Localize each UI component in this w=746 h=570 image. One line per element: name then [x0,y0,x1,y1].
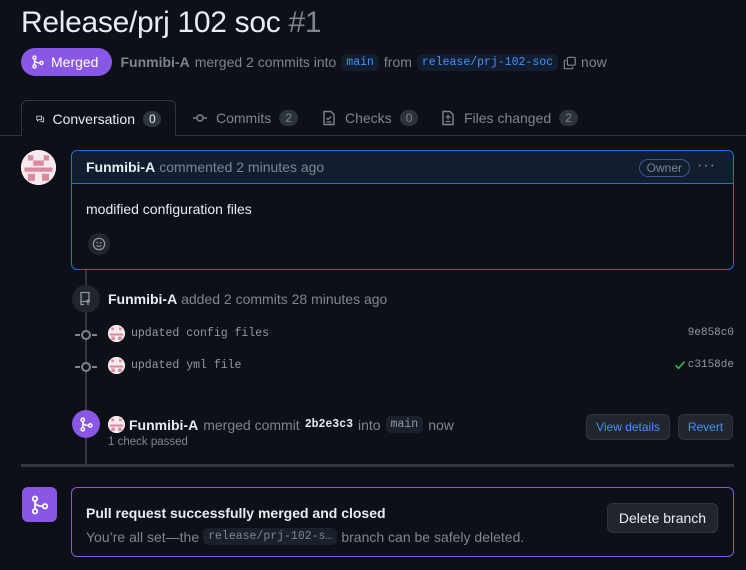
avatar[interactable] [108,325,125,342]
merge-event-time: now [428,416,454,433]
tab-commits[interactable]: Commits 2 [178,100,312,136]
git-commit-icon [75,362,97,372]
repo-push-icon [72,285,100,313]
check-icon[interactable] [674,359,686,374]
avatar[interactable] [108,416,125,433]
merge-summary: merged 2 commits into [194,54,337,70]
merged-state-badge: Merged [21,48,113,76]
file-diff-icon [442,110,454,126]
pr-title: Release/prj 102 soc [21,6,281,39]
git-commit-icon [193,114,207,122]
tab-count: 0 [143,110,161,127]
tab-checks[interactable]: Checks 0 [307,100,432,136]
event-author[interactable]: Funmibi-A [129,417,198,433]
commit-message[interactable]: updated config files [131,327,269,340]
pr-tabs: Conversation 0 Commits 2 Checks 0 Files … [0,100,746,137]
tab-label: Files changed [464,110,552,126]
tab-files-changed[interactable]: Files changed 2 [426,100,592,136]
pr-meta: Merged Funmibi-A merged 2 commits into m… [21,48,607,76]
commit-sha[interactable]: c3158de [688,359,734,371]
timeline-divider [21,464,734,467]
merge-status-subtitle: You’re all set—the release/prj-102-s… br… [86,528,524,545]
event-text: added 2 commits 28 minutes ago [181,291,388,307]
checks-status[interactable]: 1 check passed [108,436,188,448]
comment-action: commented 2 minutes ago [159,159,325,175]
comment-body: modified configuration files [86,201,252,217]
pr-description-comment: Funmibi-A commented 2 minutes ago Owner … [71,150,734,270]
owner-badge: Owner [638,159,690,177]
comment-author[interactable]: Funmibi-A [86,159,155,175]
tab-label: Conversation [52,110,136,127]
state-label: Merged [51,54,99,70]
kebab-menu-icon[interactable]: ··· [697,157,716,175]
event-author[interactable]: Funmibi-A [108,291,177,307]
merge-sub-suffix: branch can be safely deleted. [341,528,525,545]
into-text: into [358,416,381,433]
git-merge-icon [22,487,57,522]
merge-time: now [581,54,607,70]
tab-count: 2 [559,110,578,126]
merge-event: Funmibi-A merged commit 2b2e3c3 into mai… [129,416,454,433]
commit-row: updated config files 9e858c0 [0,323,746,347]
merge-commit-sha[interactable]: 2b2e3c3 [305,418,353,431]
merge-base-branch[interactable]: main [385,416,424,433]
git-commit-icon [75,330,97,340]
base-branch[interactable]: main [341,53,379,71]
pr-author[interactable]: Funmibi-A [120,54,189,70]
add-reaction-button[interactable] [88,233,110,255]
tab-count: 2 [279,110,298,126]
from-text: from [383,54,412,70]
merge-status-box: Pull request successfully merged and clo… [71,487,734,557]
deletable-branch[interactable]: release/prj-102-s… [203,528,338,545]
avatar[interactable] [21,150,56,185]
comment-discussion-icon [36,115,45,123]
commit-row: updated yml file c3158de [0,355,746,379]
git-merge-icon [32,55,44,69]
revert-button[interactable]: Revert [678,414,733,440]
commit-sha[interactable]: 9e858c0 [688,327,734,339]
copy-icon[interactable] [563,56,576,69]
tab-label: Checks [345,110,392,126]
delete-branch-button[interactable]: Delete branch [607,503,718,533]
head-branch[interactable]: release/prj-102-soc [416,53,559,71]
view-details-button[interactable]: View details [586,414,670,440]
merge-status-title: Pull request successfully merged and clo… [86,505,386,521]
checklist-icon [323,110,335,126]
comment-header: Funmibi-A commented 2 minutes ago [72,151,733,184]
event-text: merged commit [203,416,300,433]
git-merge-icon [72,410,100,438]
tab-count: 0 [399,110,419,126]
commit-message[interactable]: updated yml file [131,359,241,372]
tab-label: Commits [216,110,272,126]
page-title: Release/prj 102 soc #1 [21,6,322,40]
commits-added-event: Funmibi-A added 2 commits 28 minutes ago [108,291,387,307]
smiley-icon [92,237,106,251]
tab-conversation[interactable]: Conversation 0 [21,100,176,137]
merge-sub-prefix: You’re all set—the [86,528,200,545]
pr-number: #1 [288,6,322,39]
avatar[interactable] [108,357,125,374]
